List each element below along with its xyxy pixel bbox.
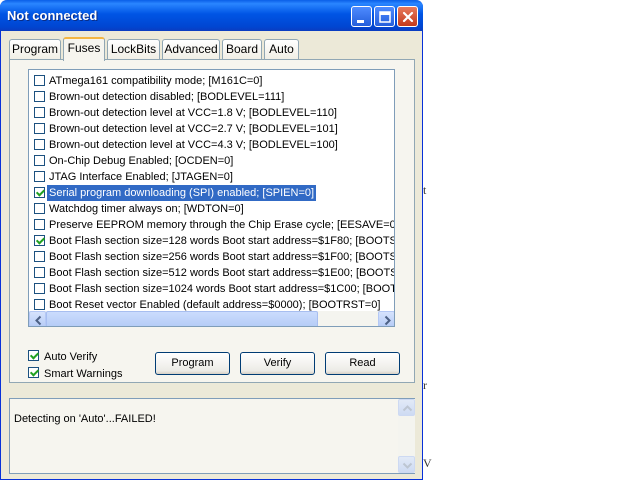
- fuse-checkbox[interactable]: [34, 123, 45, 134]
- arrow-up-icon: [402, 405, 413, 412]
- scroll-right-button[interactable]: [378, 311, 394, 326]
- fuse-checkbox[interactable]: [34, 299, 45, 310]
- arrow-down-icon: [402, 462, 413, 469]
- fuse-checkbox[interactable]: [34, 107, 45, 118]
- fuse-checkbox[interactable]: [34, 235, 45, 246]
- verify-button[interactable]: Verify: [240, 352, 315, 375]
- title-bar[interactable]: Not connected: [0, 0, 423, 31]
- fuse-label: Serial program downloading (SPI) enabled…: [47, 185, 317, 201]
- program-button[interactable]: Program: [155, 352, 230, 375]
- status-scroll-down-button[interactable]: [398, 456, 415, 473]
- status-scrollbar[interactable]: [398, 399, 415, 473]
- tab-board[interactable]: Board: [222, 39, 262, 60]
- status-message: Detecting on 'Auto'...FAILED!: [14, 413, 156, 425]
- fuse-label: Boot Flash section size=256 words Boot s…: [49, 251, 395, 263]
- smart-warnings-checkbox[interactable]: [28, 367, 39, 378]
- fuse-label: Brown-out detection level at VCC=2.7 V; …: [49, 123, 338, 135]
- scroll-left-button[interactable]: [29, 311, 46, 326]
- arrow-right-icon: [384, 315, 391, 326]
- fuse-checkbox[interactable]: [34, 283, 45, 294]
- fuse-label: Brown-out detection level at VCC=1.8 V; …: [49, 107, 337, 119]
- fuse-label: Watchdog timer always on; [WDTON=0]: [49, 203, 244, 215]
- fuse-list[interactable]: ATmega161 compatibility mode; [M161C=0] B…: [28, 69, 395, 327]
- fuse-checkbox[interactable]: [34, 91, 45, 102]
- fuse-checkbox[interactable]: [34, 219, 45, 230]
- desktop-text-fragment: t: [423, 183, 427, 197]
- status-scroll-up-button[interactable]: [398, 399, 415, 416]
- fuse-label: Boot Flash section size=512 words Boot s…: [49, 267, 395, 279]
- horizontal-scroll-thumb[interactable]: [46, 311, 318, 326]
- arrow-left-icon: [35, 315, 42, 326]
- tab-program[interactable]: Program: [9, 39, 61, 60]
- fuse-checkbox[interactable]: [34, 251, 45, 262]
- auto-verify-checkbox[interactable]: [28, 350, 39, 361]
- fuse-checkbox[interactable]: [34, 155, 45, 166]
- fuse-label: On-Chip Debug Enabled; [OCDEN=0]: [49, 155, 234, 167]
- close-button[interactable]: [397, 6, 418, 27]
- tab-fuses[interactable]: Fuses: [63, 37, 105, 61]
- minimize-button[interactable]: [351, 6, 372, 27]
- fuse-checkbox[interactable]: [34, 267, 45, 278]
- maximize-button[interactable]: [374, 6, 395, 27]
- minimize-icon: [357, 20, 364, 23]
- main-window: Not connected Program Fuses LockBits Adv…: [0, 0, 423, 480]
- tab-advanced[interactable]: Advanced: [162, 39, 220, 60]
- maximize-icon: [379, 11, 391, 23]
- fuse-checkbox[interactable]: [34, 171, 45, 182]
- fuse-checkbox[interactable]: [34, 187, 45, 198]
- tab-lockbits[interactable]: LockBits: [107, 39, 160, 60]
- desktop-text-fragment: V: [423, 456, 432, 470]
- read-button[interactable]: Read: [325, 352, 400, 375]
- fuse-checkbox[interactable]: [34, 75, 45, 86]
- desktop-text-fragment: r: [423, 378, 427, 392]
- fuse-label: Brown-out detection disabled; [BODLEVEL=…: [49, 91, 285, 103]
- fuse-checkbox[interactable]: [34, 203, 45, 214]
- smart-warnings-label: Smart Warnings: [44, 368, 123, 380]
- fuses-panel: ATmega161 compatibility mode; [M161C=0] B…: [9, 59, 415, 383]
- auto-verify-label: Auto Verify: [44, 351, 98, 363]
- horizontal-scrollbar[interactable]: [29, 311, 394, 326]
- fuse-label: Brown-out detection level at VCC=4.3 V; …: [49, 139, 338, 151]
- window-title: Not connected: [7, 8, 98, 23]
- tab-auto[interactable]: Auto: [264, 39, 299, 60]
- fuse-checkbox[interactable]: [34, 139, 45, 150]
- fuse-label: Preserve EEPROM memory through the Chip …: [49, 219, 395, 231]
- status-log[interactable]: Detecting on 'Auto'...FAILED!: [9, 398, 415, 474]
- fuse-label: Boot Flash section size=1024 words Boot …: [49, 283, 395, 295]
- fuse-label: Boot Flash section size=128 words Boot s…: [49, 235, 395, 247]
- fuse-label: ATmega161 compatibility mode; [M161C=0]: [49, 75, 263, 87]
- fuse-label: JTAG Interface Enabled; [JTAGEN=0]: [49, 171, 233, 183]
- close-icon: [402, 11, 414, 23]
